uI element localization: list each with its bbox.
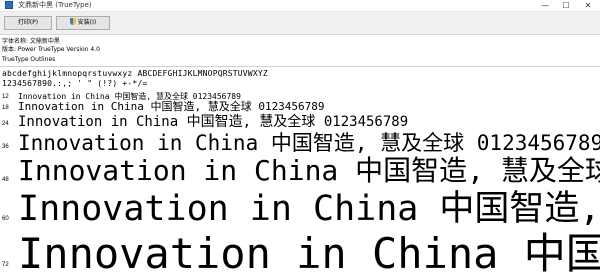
minimize-button[interactable]: —: [535, 0, 555, 11]
font-viewer-icon: [5, 1, 13, 9]
sample-text: Innovation in China 中国智造, 慧及全球 012345678…: [18, 100, 325, 113]
print-button[interactable]: 打印(P): [4, 16, 52, 30]
print-button-label: 打印(P): [17, 19, 39, 26]
install-button[interactable]: 安装(I): [56, 16, 110, 30]
window-title: 文鼎新中黑 (TrueType): [18, 1, 92, 9]
sample-text: Innovation in China 中国智造, 慧及全球 012345678…: [18, 114, 409, 130]
sample-text: Innovation in China 中国智造, 慧及全球 012345678…: [18, 154, 600, 187]
shield-icon: [69, 18, 76, 25]
font-version-line: 版本: Power TrueType Version 4.0: [2, 46, 100, 53]
size-label: 24: [2, 121, 9, 127]
size-label: 48: [2, 177, 9, 183]
glyph-line-symbols: 1234567890.:,; ' " (!?) +-*/=: [2, 79, 148, 88]
sample-text: Innovation in China 中国智造, 慧及全球 012345678…: [18, 229, 600, 278]
size-label: 12: [2, 94, 9, 100]
size-label: 18: [2, 105, 9, 111]
close-button[interactable]: ✕: [578, 0, 598, 11]
divider: [0, 66, 600, 67]
size-label: 36: [2, 144, 9, 150]
font-name-line: 字体名称: 文鼎新中黑: [2, 38, 60, 45]
size-label: 60: [2, 216, 9, 222]
font-outline-line: TrueType Outlines: [2, 56, 56, 63]
install-button-label: 安装(I): [77, 19, 97, 26]
maximize-button[interactable]: ☐: [556, 0, 576, 11]
sample-text: Innovation in China 中国智造, 慧及全球 012345678…: [18, 189, 600, 229]
title-bar: 文鼎新中黑 (TrueType) — ☐ ✕: [0, 0, 600, 12]
toolbar: 打印(P) 安装(I): [0, 12, 600, 35]
size-label: 72: [2, 262, 9, 268]
glyph-line-letters: abcdefghijklmnopqrstuvwxyz ABCDEFGHIJKLM…: [2, 69, 268, 78]
